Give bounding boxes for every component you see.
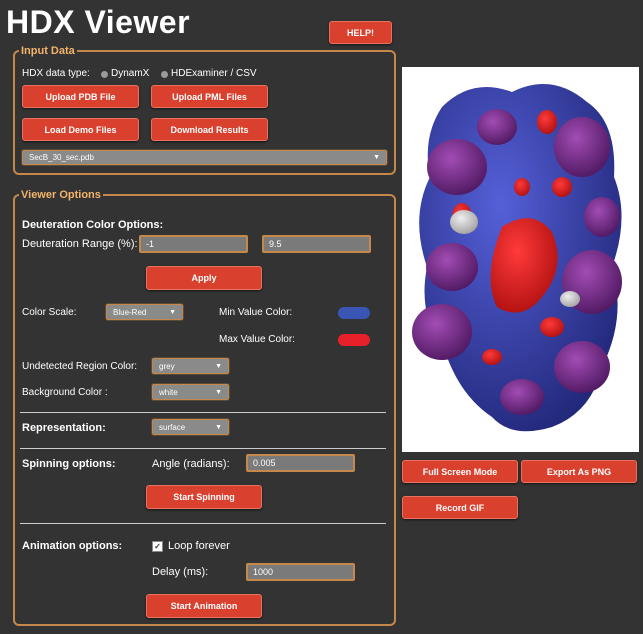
- start-animation-button[interactable]: Start Animation: [146, 594, 262, 618]
- chevron-down-icon: ▼: [215, 423, 222, 431]
- pdb-file-select[interactable]: SecB_30_sec.pdb ▼: [22, 150, 387, 165]
- chevron-down-icon: ▼: [373, 154, 380, 161]
- chevron-down-icon: ▼: [169, 308, 176, 316]
- background-color-value: white: [159, 387, 178, 397]
- angle-input[interactable]: 0.005: [246, 454, 355, 472]
- background-color-label: Background Color :: [22, 387, 108, 398]
- representation-select[interactable]: surface ▼: [152, 419, 229, 435]
- hdexaminer-label: HDExaminer / CSV: [171, 68, 257, 79]
- loop-forever-label: Loop forever: [168, 540, 230, 552]
- min-color-label: Min Value Color:: [219, 307, 293, 318]
- delay-label: Delay (ms):: [152, 566, 209, 578]
- undetected-color-value: grey: [159, 361, 175, 371]
- max-color-label: Max Value Color:: [219, 334, 295, 345]
- color-scale-value: Blue-Red: [113, 307, 147, 317]
- export-png-button[interactable]: Export As PNG: [521, 460, 637, 483]
- download-results-button[interactable]: Download Results: [151, 118, 268, 141]
- upload-pdb-button[interactable]: Upload PDB File: [22, 85, 139, 108]
- hdexaminer-radio[interactable]: [161, 71, 168, 78]
- color-scale-label: Color Scale:: [22, 307, 77, 318]
- color-scale-select[interactable]: Blue-Red ▼: [106, 304, 183, 320]
- help-button[interactable]: HELP!: [329, 21, 392, 44]
- divider: [20, 523, 386, 524]
- protein-surface-render: [412, 84, 622, 432]
- app-title: HDX Viewer: [6, 4, 191, 40]
- divider: [20, 448, 386, 449]
- input-data-legend: Input Data: [21, 45, 75, 57]
- divider: [20, 412, 386, 413]
- chevron-down-icon: ▼: [215, 362, 222, 370]
- viewer-options-legend: Viewer Options: [21, 189, 101, 201]
- animation-options-label: Animation options:: [22, 540, 123, 552]
- spinning-options-label: Spinning options:: [22, 458, 116, 470]
- dynamx-label: DynamX: [111, 68, 150, 79]
- dynamx-radio[interactable]: [101, 71, 108, 78]
- undetected-color-select[interactable]: grey ▼: [152, 358, 229, 374]
- range-min-input[interactable]: -1: [139, 235, 248, 253]
- undetected-color-label: Undetected Region Color:: [22, 361, 138, 372]
- loop-forever-checkbox[interactable]: ✓: [152, 541, 163, 552]
- deuteration-heading: Deuteration Color Options:: [22, 219, 164, 231]
- chevron-down-icon: ▼: [215, 388, 222, 396]
- delay-input[interactable]: 1000: [246, 563, 355, 581]
- deuteration-range-label: Deuteration Range (%):: [22, 238, 138, 250]
- full-screen-button[interactable]: Full Screen Mode: [402, 460, 518, 483]
- representation-label: Representation:: [22, 422, 106, 434]
- molecule-viewer[interactable]: [402, 67, 639, 452]
- background-color-select[interactable]: white ▼: [152, 384, 229, 400]
- upload-pml-button[interactable]: Upload PML Files: [151, 85, 268, 108]
- load-demo-button[interactable]: Load Demo Files: [22, 118, 139, 141]
- viewer-options-panel: Viewer Options: [13, 189, 396, 626]
- min-color-swatch[interactable]: [338, 307, 370, 319]
- data-type-label: HDX data type:: [22, 68, 90, 79]
- representation-value: surface: [159, 422, 186, 432]
- record-gif-button[interactable]: Record GIF: [402, 496, 518, 519]
- pdb-file-select-value: SecB_30_sec.pdb: [29, 153, 94, 162]
- range-max-input[interactable]: 9.5: [262, 235, 371, 253]
- apply-button[interactable]: Apply: [146, 266, 262, 290]
- start-spinning-button[interactable]: Start Spinning: [146, 485, 262, 509]
- angle-label: Angle (radians):: [152, 458, 230, 470]
- max-color-swatch[interactable]: [338, 334, 370, 346]
